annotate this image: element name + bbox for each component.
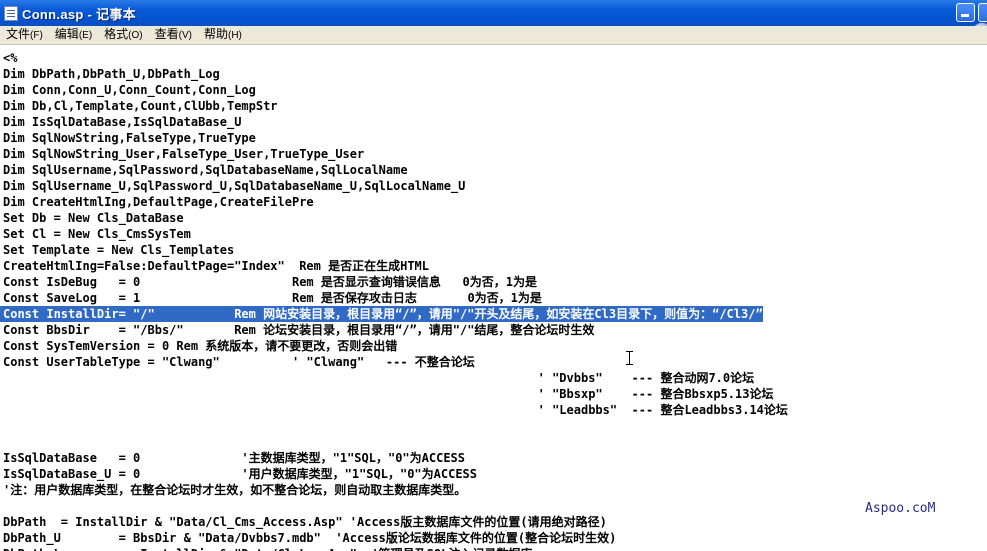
code-line[interactable]: Set Cl = New Cls_CmsSysTem <box>3 226 191 242</box>
code-line[interactable]: Dim Conn,Conn_U,Conn_Count,Conn_Log <box>3 82 256 98</box>
window-title: Conn.asp - 记事本 <box>22 6 136 22</box>
menu-file[interactable]: 文件(F) <box>0 25 49 45</box>
code-line[interactable]: ' "Bbsxp" --- 整合Bbsxp5.13论坛 <box>3 386 774 402</box>
code-line[interactable]: Const BbsDir = "/Bbs/" Rem 论坛安装目录，根目录用“/… <box>3 322 594 338</box>
menu-view[interactable]: 查看(V) <box>149 25 198 45</box>
code-line[interactable]: Const UserTableType = "Clwang" ' "Clwang… <box>3 354 475 370</box>
code-line[interactable]: Const SysTemVersion = 0 Rem 系统版本，请不要更改，否… <box>3 338 397 354</box>
code-line[interactable]: Const SaveLog = 1 Rem 是否保存攻击日志 0为否，1为是 <box>3 290 542 306</box>
code-line[interactable]: Dim CreateHtmlIng,DefaultPage,CreateFile… <box>3 194 314 210</box>
menu-format[interactable]: 格式(O) <box>98 25 148 45</box>
text-editor-area[interactable]: <% Dim DbPath,DbPath_U,DbPath_Log Dim Conn… <box>0 46 987 551</box>
menu-bar: 文件(F) 编辑(E) 格式(O) 查看(V) 帮助(H) <box>0 26 987 45</box>
watermark: Aspoo.coM <box>865 501 936 516</box>
code-line[interactable]: Dim SqlUsername_U,SqlPassword_U,SqlDatab… <box>3 178 465 194</box>
code-line[interactable]: Dim IsSqlDataBase,IsSqlDataBase_U <box>3 114 241 130</box>
title-bar[interactable]: Conn.asp - 记事本 <box>0 0 987 26</box>
menu-edit[interactable]: 编辑(E) <box>49 25 98 45</box>
code-line[interactable]: Const IsDeBug = 0 Rem 是否显示查询错误信息 0为否，1为是 <box>3 274 537 290</box>
code-line[interactable]: DbPath_Log = InstallDir & "Data/Cl_Log.A… <box>3 546 532 551</box>
code-line[interactable]: Dim SqlNowString,FalseType,TrueType <box>3 130 256 146</box>
code-line[interactable]: '注：用户数据库类型，在整合论坛时才生效，如不整合论坛，则自动取主数据库类型。 <box>3 482 466 498</box>
menu-help[interactable]: 帮助(H) <box>198 25 248 45</box>
code-line[interactable]: IsSqlDataBase_U = 0 '用户数据库类型，"1"SQL，"0"为… <box>3 466 477 482</box>
code-line[interactable]: DbPath = InstallDir & "Data/Cl_Cms_Acces… <box>3 514 607 530</box>
code-line[interactable]: Dim SqlUsername,SqlPassword,SqlDatabaseN… <box>3 162 408 178</box>
code-line[interactable]: <% <box>3 50 17 66</box>
code-line[interactable]: Set Template = New Cls_Templates <box>3 242 234 258</box>
code-line[interactable]: Dim Db,Cl,Template,Count,ClUbb,TempStr <box>3 98 278 114</box>
code-line[interactable]: DbPath_U = BbsDir & "Data/Dvbbs7.mdb" 'A… <box>3 530 616 546</box>
selected-code-line[interactable]: Const InstallDir= "/" Rem 网站安装目录，根目录用“/”… <box>0 306 763 322</box>
code-line[interactable]: Set Db = New Cls_DataBase <box>3 210 184 226</box>
code-line[interactable]: ' "Leadbbs" --- 整合Leadbbs3.14论坛 <box>3 402 788 418</box>
code-line[interactable]: Dim DbPath,DbPath_U,DbPath_Log <box>3 66 220 82</box>
code-line[interactable]: Dim SqlNowString_User,FalseType_User,Tru… <box>3 146 364 162</box>
minimize-button[interactable] <box>956 3 975 22</box>
maximize-button[interactable] <box>978 3 987 22</box>
code-line[interactable]: CreateHtmlIng=False:DefaultPage="Index" … <box>3 258 429 274</box>
code-line[interactable]: ' "Dvbbs" --- 整合动网7.0论坛 <box>3 370 755 386</box>
text-cursor-icon <box>626 351 636 365</box>
notepad-icon[interactable] <box>4 5 18 21</box>
code-line[interactable]: IsSqlDataBase = 0 '主数据库类型，"1"SQL，"0"为ACC… <box>3 450 465 466</box>
